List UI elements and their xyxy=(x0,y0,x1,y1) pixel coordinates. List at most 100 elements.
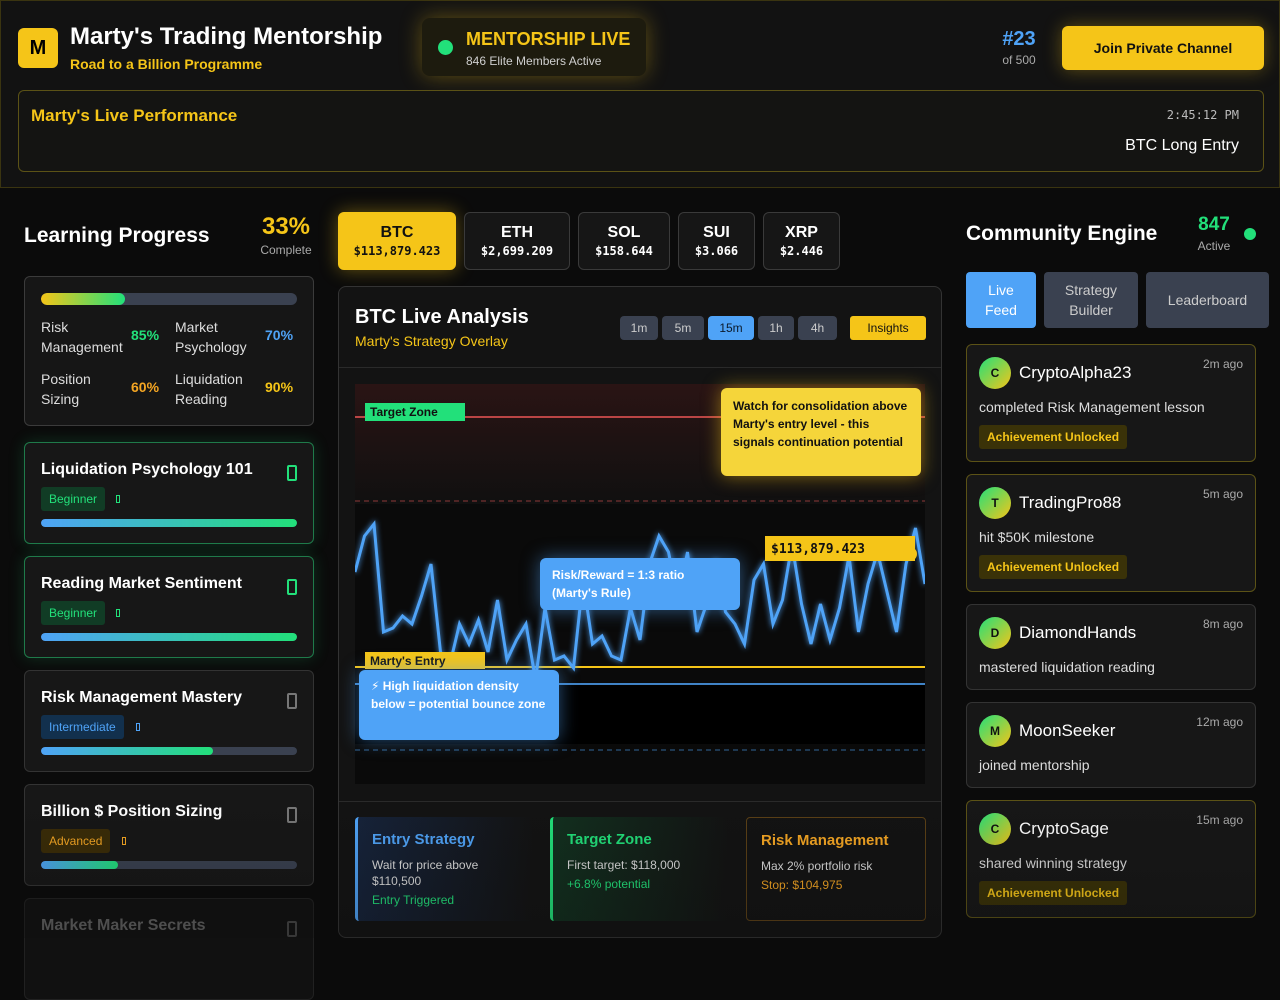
skill-label: Position Sizing xyxy=(41,371,91,407)
feed-item[interactable]: C CryptoSage 15m ago shared winning stra… xyxy=(966,800,1256,918)
feed-time: 8m ago xyxy=(1202,617,1243,631)
live-performance-panel: Marty's Live Performance 2:45:12 PM BTC … xyxy=(18,90,1264,172)
course-card[interactable]: Reading Market Sentiment Beginner xyxy=(24,556,314,658)
timeframe-1m[interactable]: 1m xyxy=(620,316,658,340)
feed-user: CryptoSage xyxy=(1019,819,1109,838)
avatar: C xyxy=(979,357,1011,389)
course-status-icon xyxy=(287,693,297,709)
course-card[interactable]: Market Maker Secrets xyxy=(24,898,314,1000)
course-level-badge: Beginner xyxy=(41,601,106,625)
tab-strategy-builder[interactable]: Strategy Builder xyxy=(1044,272,1138,328)
rank-display: #23 of 500 xyxy=(991,28,1047,67)
course-card[interactable]: Liquidation Psychology 101 Beginner xyxy=(24,442,314,544)
course-progress-fill xyxy=(41,633,297,641)
risk-management-title: Risk Management xyxy=(761,832,889,849)
feed-action: mastered liquidation reading xyxy=(979,659,1155,675)
course-level-badge: Intermediate xyxy=(41,715,124,739)
feed-user: MoonSeeker xyxy=(1019,721,1116,740)
price-chart[interactable]: Target Zone Marty's Entry $113,879.423 W… xyxy=(355,384,925,784)
price-tag-label: $113,879.423 xyxy=(771,542,865,557)
entry-label: Marty's Entry xyxy=(370,654,446,668)
course-card[interactable]: Billion $ Position Sizing Advanced xyxy=(24,784,314,886)
course-level-badge: Advanced xyxy=(41,829,111,853)
divider xyxy=(339,801,941,802)
overall-progress-percent: 33% xyxy=(261,213,311,240)
liquidation-note-text: ⚡ High liquidation density below = poten… xyxy=(371,679,546,711)
feed-user: DiamondHands xyxy=(1019,623,1137,642)
achievement-badge: Achievement Unlocked xyxy=(979,881,1128,905)
community-active: 847 Active xyxy=(1190,214,1238,253)
feed-item[interactable]: C CryptoAlpha23 2m ago completed Risk Ma… xyxy=(966,344,1256,462)
ticker-symbol: BTC xyxy=(380,224,414,241)
timeframe-4h[interactable]: 4h xyxy=(798,316,837,340)
ticker-price: $3.066 xyxy=(694,244,739,258)
tab-leaderboard[interactable]: Leaderboard xyxy=(1146,272,1269,328)
community-title: Community Engine xyxy=(966,222,1158,245)
target-zone-label: Target Zone xyxy=(370,405,438,419)
feed-user: TradingPro88 xyxy=(1019,493,1122,512)
ticker-price: $2,699.209 xyxy=(480,244,554,258)
live-dot-icon xyxy=(438,40,453,55)
timeframe-15m[interactable]: 15m xyxy=(708,316,754,340)
entry-strategy-desc: Wait for price above $110,500 xyxy=(372,858,479,888)
feed-action: completed Risk Management lesson xyxy=(979,399,1205,415)
achievement-badge: Achievement Unlocked xyxy=(979,555,1128,579)
course-lock-icon xyxy=(287,921,297,937)
skill-value: 70% xyxy=(265,327,294,343)
performance-entry: BTC Long Entry xyxy=(1125,137,1239,154)
app-subtitle: Road to a Billion Programme xyxy=(70,56,263,72)
ticker-price: $113,879.423 xyxy=(353,244,441,258)
feed-item[interactable]: T TradingPro88 5m ago hit $50K milestone… xyxy=(966,474,1256,592)
level-check-icon xyxy=(116,495,120,503)
ticker-symbol: SUI xyxy=(703,224,730,241)
course-progress-fill xyxy=(41,519,297,527)
ticker-xrp[interactable]: XRP $2.446 xyxy=(763,212,840,270)
timeframe-5m[interactable]: 5m xyxy=(662,316,704,340)
divider xyxy=(339,367,941,368)
skill-label: Liquidation Reading xyxy=(175,371,243,407)
feed-action: shared winning strategy xyxy=(979,855,1127,871)
course-complete-icon xyxy=(287,579,297,595)
header: M Marty's Trading Mentorship Road to a B… xyxy=(0,0,1280,188)
ticker-sol[interactable]: SOL $158.644 xyxy=(578,212,670,270)
entry-strategy-card: Entry Strategy Wait for price above $110… xyxy=(355,817,533,921)
risk-management-status: Stop: $104,975 xyxy=(761,878,843,892)
overall-progress: 33% Complete xyxy=(258,213,314,257)
join-private-channel-button[interactable]: Join Private Channel xyxy=(1062,26,1264,70)
course-card[interactable]: Risk Management Mastery Intermediate xyxy=(24,670,314,772)
overall-progress-label: Complete xyxy=(260,243,312,257)
performance-time: 2:45:12 PM xyxy=(1166,108,1239,122)
feed-time: 5m ago xyxy=(1202,487,1243,501)
ticker-symbol: SOL xyxy=(607,224,641,241)
tab-label: Live Feed xyxy=(985,282,1017,318)
course-complete-icon xyxy=(287,465,297,481)
avatar: T xyxy=(979,487,1011,519)
feed-item[interactable]: M MoonSeeker 12m ago joined mentorship xyxy=(966,702,1256,788)
skill-value: 60% xyxy=(131,379,160,395)
live-status-panel: MENTORSHIP LIVE 846 Elite Members Active xyxy=(422,18,646,76)
avatar: M xyxy=(979,715,1011,747)
skill-value: 90% xyxy=(265,379,294,395)
ticker-sui[interactable]: SUI $3.066 xyxy=(678,212,755,270)
feed-item[interactable]: D DiamondHands 8m ago mastered liquidati… xyxy=(966,604,1256,690)
target-zone-card: Target Zone First target: $118,000 +6.8%… xyxy=(550,817,728,921)
tab-live-feed[interactable]: Live Feed xyxy=(966,272,1036,328)
skill-label: Risk Management xyxy=(41,319,123,355)
liquidation-note: ⚡ High liquidation density below = poten… xyxy=(359,670,559,740)
ticker-btc[interactable]: BTC $113,879.423 xyxy=(338,212,456,270)
entry-strategy-title: Entry Strategy xyxy=(372,831,475,848)
live-members-count: 846 Elite Members Active xyxy=(466,54,602,68)
community-active-label: Active xyxy=(1197,239,1231,253)
join-label: Join Private Channel xyxy=(1093,40,1233,56)
insights-button[interactable]: Insights xyxy=(850,316,926,340)
app-title: Marty's Trading Mentorship xyxy=(70,23,383,50)
live-status-title: MENTORSHIP LIVE xyxy=(466,29,631,49)
skill-label: Market Psychology xyxy=(175,319,247,355)
logo: M xyxy=(18,28,58,68)
ticker-eth[interactable]: ETH $2,699.209 xyxy=(464,212,570,270)
analysis-subtitle: Marty's Strategy Overlay xyxy=(355,333,508,349)
community-active-count: 847 xyxy=(1198,214,1230,235)
timeframe-1h[interactable]: 1h xyxy=(758,316,794,340)
level-marker-icon xyxy=(122,837,126,845)
analysis-title: BTC Live Analysis xyxy=(355,306,529,328)
